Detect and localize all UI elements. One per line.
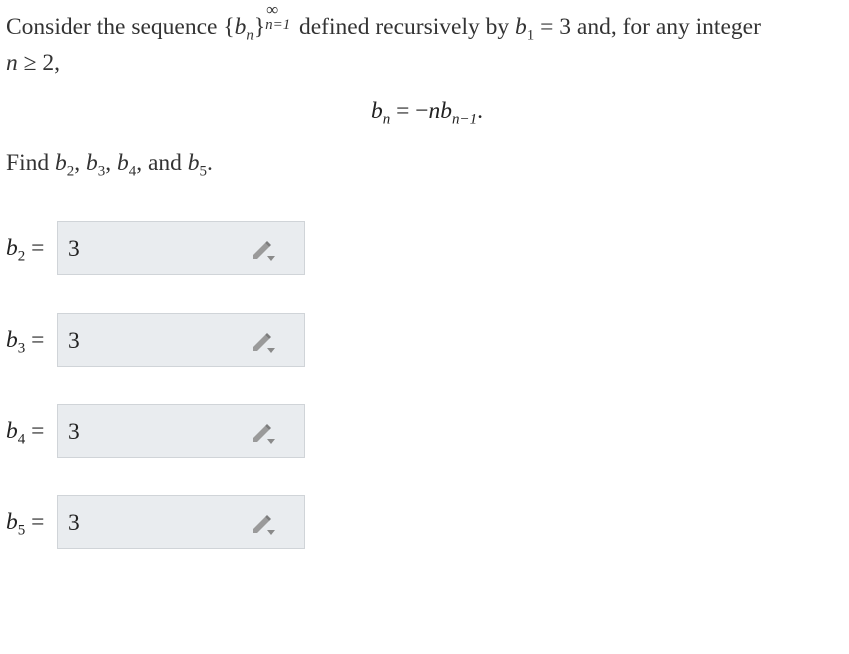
find-separator: , xyxy=(105,150,117,176)
answer-value-b3[interactable]: 3 xyxy=(68,328,80,355)
answer-row-b2: b2 = 3 xyxy=(0,221,320,277)
answer-label-b3: b3 = xyxy=(6,327,45,356)
recurrence-equals: = − xyxy=(390,98,429,124)
recurrence-formula: bn = −nbn−1. xyxy=(371,98,484,128)
pencil-dropdown-icon[interactable] xyxy=(250,330,276,354)
answer-value-b5[interactable]: 3 xyxy=(68,510,80,537)
statement-text-3: and, for any integer xyxy=(571,14,761,40)
answer-field-b3[interactable]: 3 xyxy=(57,313,305,367)
find-variable: b xyxy=(116,150,129,176)
find-variable: b xyxy=(54,150,67,176)
pencil-dropdown-icon[interactable] xyxy=(250,421,276,445)
recurrence-rhs-subscript: n−1 xyxy=(452,111,478,128)
seq-limits: ∞ n=1 xyxy=(265,1,293,34)
statement-text-2: defined recursively by xyxy=(293,14,515,40)
seq-brace-open: { xyxy=(223,14,235,40)
answer-field-b2[interactable]: 3 xyxy=(57,221,305,275)
pencil-dropdown-icon[interactable] xyxy=(250,238,276,262)
label-equals: = xyxy=(25,235,45,261)
initial-value: = 3 xyxy=(534,14,572,40)
answer-label-b5: b5 = xyxy=(6,509,45,538)
initial-variable: b xyxy=(515,14,527,40)
label-variable: b xyxy=(6,235,18,261)
find-variable: b xyxy=(187,150,200,176)
answer-field-b5[interactable]: 3 xyxy=(57,495,305,549)
recurrence-period: . xyxy=(477,98,484,124)
task-instruction: Find b2, b3, b4, and b5. xyxy=(6,150,213,180)
seq-lower-limit: n=1 xyxy=(265,17,291,33)
recurrence-lhs-variable: b xyxy=(371,98,383,124)
seq-subscript: n xyxy=(246,27,254,44)
find-variable: b xyxy=(85,150,98,176)
label-variable: b xyxy=(6,418,18,444)
pencil-dropdown-icon[interactable] xyxy=(250,512,276,536)
find-separator: , and xyxy=(136,150,188,176)
answer-label-b2: b2 = xyxy=(6,235,45,264)
recurrence-rhs-variable: b xyxy=(440,98,453,124)
label-variable: b xyxy=(6,327,18,353)
condition-variable: n xyxy=(6,50,18,76)
label-equals: = xyxy=(25,418,45,444)
find-prefix: Find xyxy=(6,150,55,176)
label-variable: b xyxy=(6,509,18,535)
answer-label-b4: b4 = xyxy=(6,418,45,447)
answer-row-b5: b5 = 3 xyxy=(0,495,320,551)
answer-row-b4: b4 = 3 xyxy=(0,404,320,460)
seq-brace-close: } xyxy=(253,14,266,40)
condition-text: ≥ 2, xyxy=(17,50,61,76)
answer-row-b3: b3 = 3 xyxy=(0,313,320,369)
answer-value-b4[interactable]: 3 xyxy=(68,419,80,446)
statement-text-1: Consider the sequence xyxy=(6,14,224,40)
seq-variable: b xyxy=(234,14,247,40)
label-equals: = xyxy=(25,327,45,353)
problem-statement: Consider the sequence {bn} ∞ n=1 defined r… xyxy=(6,1,844,81)
find-separator: . xyxy=(207,150,213,176)
find-separator: , xyxy=(74,150,86,176)
label-equals: = xyxy=(25,509,45,535)
find-subscript: 5 xyxy=(199,163,208,180)
answer-value-b2[interactable]: 3 xyxy=(68,236,80,263)
answer-field-b4[interactable]: 3 xyxy=(57,404,305,458)
recurrence-factor: n xyxy=(428,98,441,124)
seq-upper-limit: ∞ xyxy=(266,0,279,19)
